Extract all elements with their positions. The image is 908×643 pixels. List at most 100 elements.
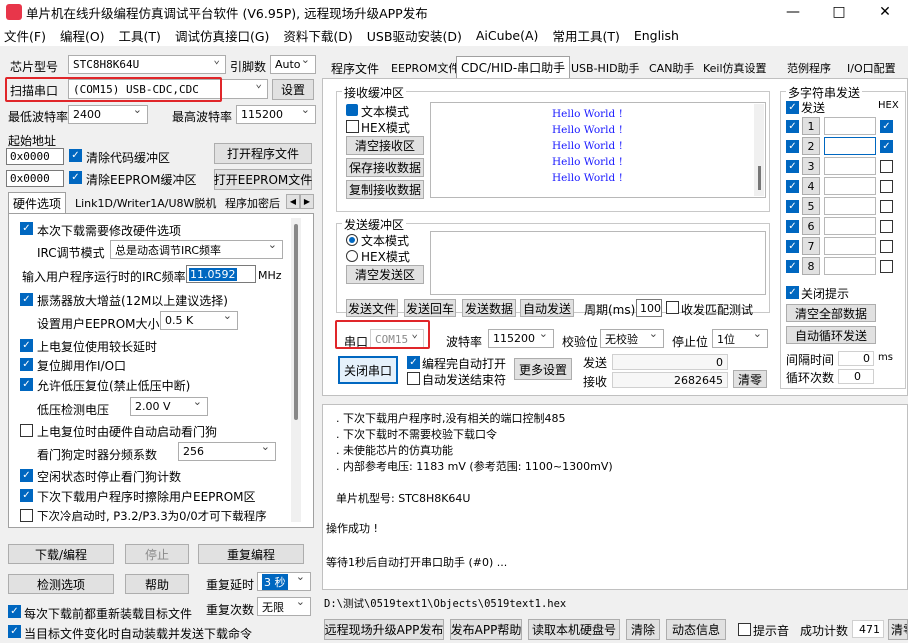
tab-program-file[interactable]: 程序文件 <box>326 58 384 78</box>
lvr-checkbox[interactable]: ✓ <box>20 378 33 391</box>
multi-hex-checkbox[interactable] <box>880 260 893 273</box>
multi-send-input[interactable] <box>824 197 876 215</box>
close-icon[interactable]: ✕ <box>862 0 908 24</box>
multi-send-all-checkbox[interactable]: ✓ <box>786 101 799 114</box>
menu-english[interactable]: English <box>634 28 679 43</box>
wdt-idle-checkbox[interactable]: ✓ <box>20 469 33 482</box>
open-program-button[interactable]: 打开程序文件 <box>214 143 312 164</box>
parity-select[interactable]: 无校验 <box>600 329 664 348</box>
multi-send-input[interactable] <box>824 217 876 235</box>
tab-cdc-serial[interactable]: CDC/HID-串口助手 <box>456 56 571 78</box>
multi-hex-checkbox[interactable]: ✓ <box>880 120 893 133</box>
menu-common-tools[interactable]: 常用工具(T) <box>552 26 619 45</box>
send-text-mode-radio[interactable] <box>346 234 358 246</box>
multi-send-index-button[interactable]: 8 <box>802 257 820 275</box>
auto-stop-checkbox[interactable] <box>407 372 420 385</box>
clear-log-button[interactable]: 清除 <box>626 619 660 640</box>
clear-send-button[interactable]: 清空发送区 <box>346 265 424 284</box>
multi-send-index-button[interactable]: 6 <box>802 217 820 235</box>
erase-eeprom-checkbox[interactable]: ✓ <box>20 489 33 502</box>
por-delay-checkbox[interactable]: ✓ <box>20 339 33 352</box>
multi-send-checkbox[interactable]: ✓ <box>786 140 799 153</box>
multi-send-index-button[interactable]: 5 <box>802 197 820 215</box>
tab-hardware-options[interactable]: 硬件选项 <box>8 192 67 214</box>
download-button[interactable]: 下载/编程 <box>8 544 114 564</box>
multi-hex-checkbox[interactable]: ✓ <box>880 140 893 153</box>
send-enter-button[interactable]: 发送回车 <box>404 299 456 317</box>
close-tip-checkbox[interactable]: ✓ <box>786 286 799 299</box>
tab-can[interactable]: CAN助手 <box>644 58 699 78</box>
send-data-button[interactable]: 发送数据 <box>462 299 516 317</box>
tab-examples[interactable]: 范例程序 <box>782 58 836 78</box>
read-disk-button[interactable]: 读取本机硬盘号 <box>528 619 620 640</box>
hw-scrollbar[interactable] <box>291 218 301 522</box>
publish-app-button[interactable]: 远程现场升级APP发布 <box>324 619 444 640</box>
multi-send-checkbox[interactable]: ✓ <box>786 220 799 233</box>
wdt-div-select[interactable]: 256 <box>178 442 276 461</box>
reset-io-checkbox[interactable]: ✓ <box>20 358 33 371</box>
send-file-button[interactable]: 发送文件 <box>346 299 398 317</box>
multi-hex-checkbox[interactable] <box>880 240 893 253</box>
maximize-icon[interactable]: □ <box>816 0 862 24</box>
tab-io-config[interactable]: I/O口配置 <box>842 58 898 78</box>
irc-mode-select[interactable]: 总是动态调节IRC频率 <box>110 240 283 259</box>
reload-before-checkbox[interactable]: ✓ <box>8 605 21 618</box>
multi-send-index-button[interactable]: 7 <box>802 237 820 255</box>
rx-match-checkbox[interactable] <box>666 301 679 314</box>
multi-send-input[interactable] <box>824 117 876 135</box>
tab-keil[interactable]: Keil仿真设置 <box>698 58 772 78</box>
menu-debug[interactable]: 调试仿真接口(G) <box>175 26 269 45</box>
send-textarea[interactable] <box>430 231 766 295</box>
open-eeprom-button[interactable]: 打开EEPROM文件 <box>214 169 312 190</box>
multi-send-input[interactable] <box>824 137 876 155</box>
modify-hw-checkbox[interactable]: ✓ <box>20 222 33 235</box>
menu-usb-driver[interactable]: USB驱动安装(D) <box>367 26 462 45</box>
send-hex-mode-radio[interactable] <box>346 250 358 262</box>
multi-hex-checkbox[interactable] <box>880 200 893 213</box>
menu-tools[interactable]: 工具(T) <box>119 26 161 45</box>
multi-send-checkbox[interactable]: ✓ <box>786 180 799 193</box>
recv-hex-mode-checkbox[interactable] <box>346 120 359 133</box>
tab-eeprom-file[interactable]: EEPROM文件 <box>386 58 464 78</box>
cold-boot-checkbox[interactable] <box>20 509 33 522</box>
multi-hex-checkbox[interactable] <box>880 220 893 233</box>
multi-send-checkbox[interactable]: ✓ <box>786 160 799 173</box>
auto-load-checkbox[interactable]: ✓ <box>8 625 21 638</box>
wdt-por-checkbox[interactable] <box>20 424 33 437</box>
min-baud-select[interactable]: 2400 <box>68 105 148 124</box>
stop-button[interactable]: 停止 <box>125 544 189 564</box>
multi-send-index-button[interactable]: 1 <box>802 117 820 135</box>
menu-download[interactable]: 资料下载(D) <box>283 26 352 45</box>
chip-select[interactable]: STC8H8K64U <box>68 55 226 74</box>
auto-open-checkbox[interactable]: ✓ <box>407 356 420 369</box>
repeat-count-select[interactable]: 无限 <box>257 597 311 616</box>
sound-checkbox[interactable] <box>738 623 751 636</box>
menu-aicube[interactable]: AiCube(A) <box>476 28 539 43</box>
multi-send-index-button[interactable]: 3 <box>802 157 820 175</box>
loop-input[interactable]: 0 <box>838 369 874 384</box>
multi-send-index-button[interactable]: 4 <box>802 177 820 195</box>
minimize-icon[interactable]: — <box>770 0 816 24</box>
tab-usb-hid[interactable]: USB-HID助手 <box>566 58 645 78</box>
max-baud-select[interactable]: 115200 <box>236 105 316 124</box>
clear-all-button[interactable]: 清空全部数据 <box>786 304 876 322</box>
period-input[interactable]: 100 <box>636 299 662 317</box>
help-button[interactable]: 帮助 <box>125 574 189 594</box>
close-port-button[interactable]: 关闭串口 <box>338 356 398 384</box>
clear-success-button[interactable]: 清零 <box>888 619 908 640</box>
dynamic-info-button[interactable]: 动态信息 <box>666 619 726 640</box>
menu-program[interactable]: 编程(O) <box>60 26 105 45</box>
clear-count-button[interactable]: 清零 <box>733 370 767 388</box>
menu-file[interactable]: 文件(F) <box>4 26 46 45</box>
tab-encrypt[interactable]: 程序加密后 <box>220 193 282 213</box>
clear-receive-button[interactable]: 清空接收区 <box>346 136 424 155</box>
lvr-volt-select[interactable]: 2.00 V <box>130 397 208 416</box>
receive-scrollbar[interactable] <box>754 104 764 196</box>
multi-send-input[interactable] <box>824 177 876 195</box>
stop-bits-select[interactable]: 1位 <box>712 329 768 348</box>
auto-send-button[interactable]: 自动发送 <box>520 299 574 317</box>
save-receive-button[interactable]: 保存接收数据 <box>346 158 424 177</box>
multi-send-checkbox[interactable]: ✓ <box>786 240 799 253</box>
tab-link1d[interactable]: Link1D/Writer1A/U8W脱机 <box>70 193 221 213</box>
multi-send-index-button[interactable]: 2 <box>802 137 820 155</box>
